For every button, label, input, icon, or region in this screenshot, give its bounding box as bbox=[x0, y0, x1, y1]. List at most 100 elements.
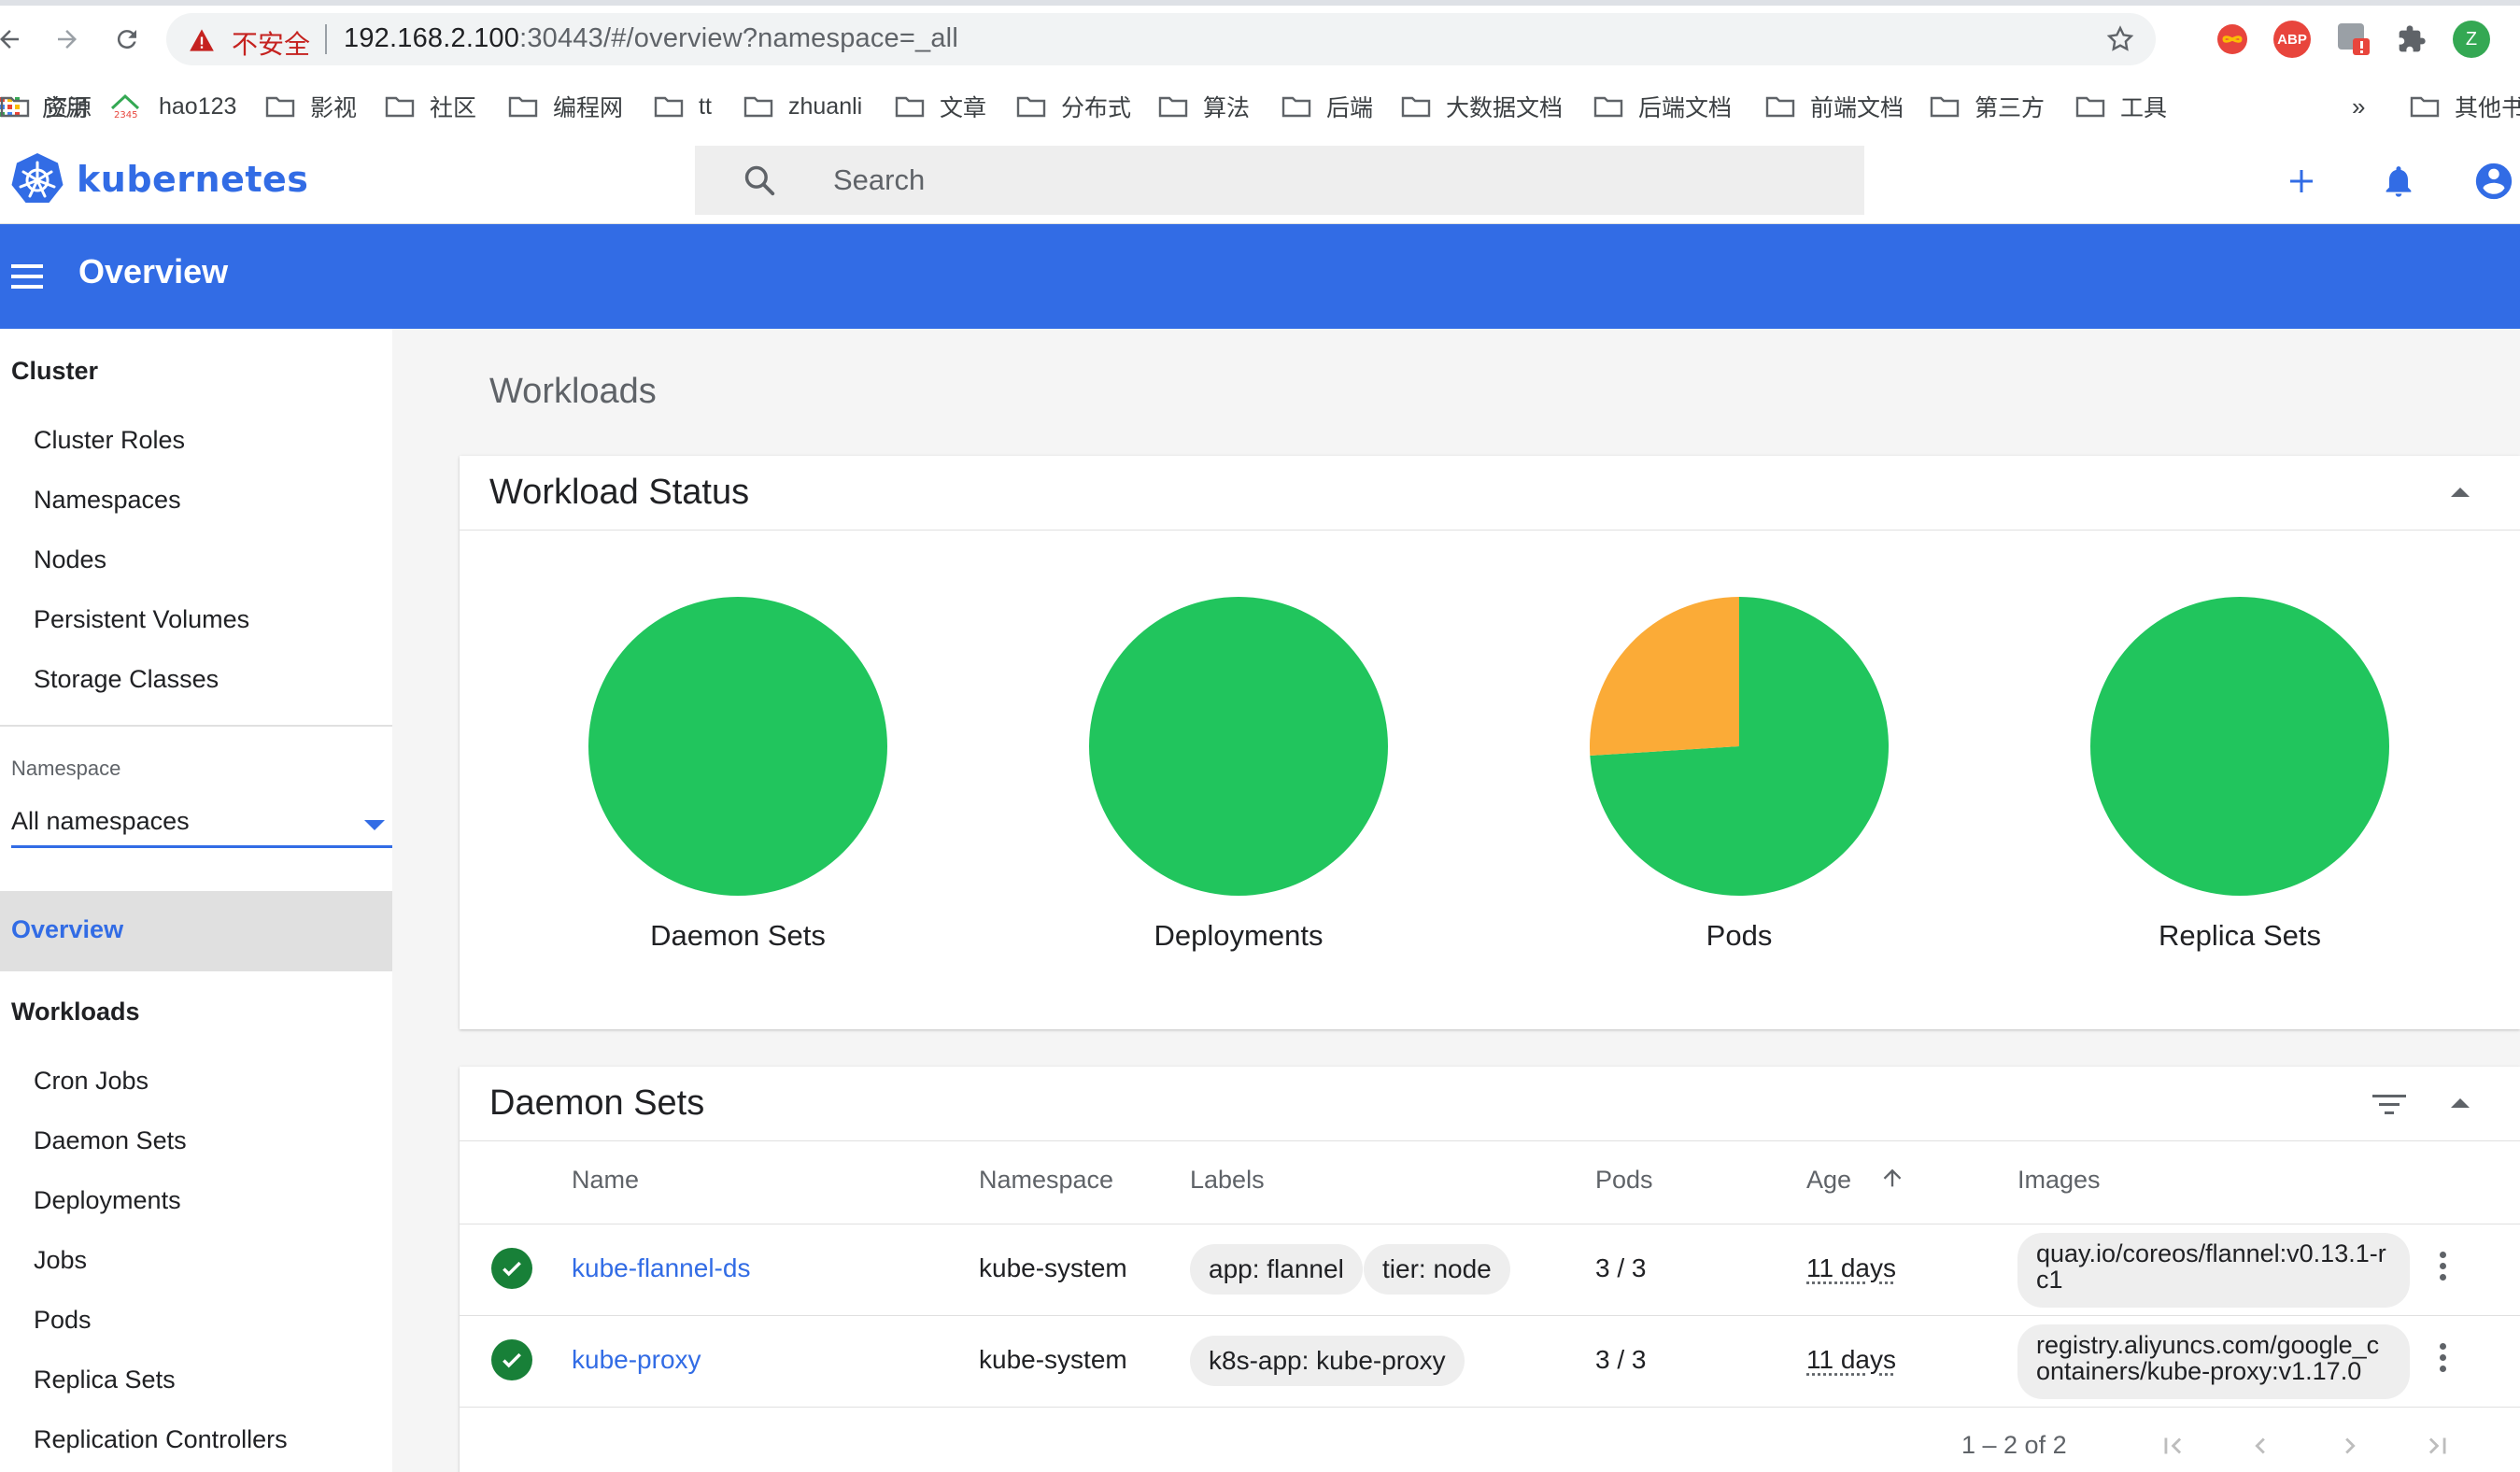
bookmark-folder-16[interactable]: 资源 bbox=[0, 90, 92, 123]
resource-name-link[interactable]: kube-flannel-ds bbox=[572, 1253, 750, 1283]
security-label[interactable]: 不安全 bbox=[232, 24, 310, 62]
pie-label: Pods bbox=[1706, 919, 1773, 952]
sidebar-item-storage-classes[interactable]: Storage Classes bbox=[34, 665, 219, 694]
bookmark-hao123[interactable]: 2345 hao123 bbox=[110, 90, 236, 123]
pie-slice-running bbox=[2090, 597, 2389, 896]
bookmark-folder-2[interactable]: 影视 bbox=[265, 90, 357, 123]
namespace-cell: kube-system bbox=[979, 1253, 1127, 1282]
address-divider bbox=[325, 24, 327, 54]
sidebar-heading-workloads[interactable]: Workloads bbox=[11, 998, 140, 1026]
label-chip: k8s-app: kube-proxy bbox=[1190, 1336, 1465, 1386]
search-input[interactable] bbox=[833, 146, 1842, 215]
back-icon[interactable] bbox=[0, 21, 28, 58]
folder-icon bbox=[508, 95, 538, 118]
bookmark-folder-15[interactable]: 工具 bbox=[2075, 90, 2167, 123]
collapse-icon[interactable] bbox=[2451, 488, 2470, 497]
age-cell[interactable]: 11 days bbox=[1806, 1345, 1896, 1375]
resource-name-link[interactable]: kube-proxy bbox=[572, 1345, 701, 1375]
pie-chart-replica-sets[interactable]: Replica Sets bbox=[1989, 592, 2490, 952]
sidebar-item-deployments[interactable]: Deployments bbox=[34, 1186, 181, 1215]
sidebar-item-cluster-roles[interactable]: Cluster Roles bbox=[34, 426, 185, 455]
bookmark-other[interactable]: 其他书 bbox=[2410, 90, 2520, 123]
folder-icon bbox=[654, 95, 684, 118]
sidebar-item-overview[interactable]: Overview bbox=[0, 891, 392, 971]
namespace-cell: kube-system bbox=[979, 1345, 1127, 1374]
sidebar-item-cron-jobs[interactable]: Cron Jobs bbox=[34, 1067, 149, 1096]
column-header-pods: Pods bbox=[1595, 1166, 1653, 1194]
sidebar-heading-cluster[interactable]: Cluster bbox=[11, 357, 98, 386]
sidebar-item-jobs[interactable]: Jobs bbox=[34, 1246, 87, 1275]
table-row: kube-proxy kube-system k8s-app: kube-pro… bbox=[460, 1315, 2520, 1407]
bookmark-folder-7[interactable]: 文章 bbox=[895, 90, 986, 123]
kubernetes-logo[interactable]: kubernetes bbox=[9, 151, 308, 207]
filter-icon[interactable] bbox=[2371, 1091, 2408, 1124]
column-header-namespace[interactable]: Namespace bbox=[979, 1166, 1113, 1195]
reload-icon[interactable] bbox=[108, 21, 146, 58]
age-cell[interactable]: 11 days bbox=[1806, 1253, 1896, 1283]
column-header-name[interactable]: Name bbox=[572, 1166, 639, 1195]
menu-icon[interactable] bbox=[11, 256, 52, 297]
notifications-button[interactable] bbox=[2372, 155, 2425, 207]
bookmark-folder-4[interactable]: 编程网 bbox=[508, 90, 623, 123]
collapse-icon[interactable] bbox=[2451, 1098, 2470, 1108]
search-icon bbox=[742, 163, 777, 203]
sidebar-item-nodes[interactable]: Nodes bbox=[34, 545, 106, 574]
bookmark-folder-11[interactable]: 大数据文档 bbox=[1401, 90, 1563, 123]
bookmark-folder-10[interactable]: 后端 bbox=[1281, 90, 1373, 123]
bookmarks-overflow-button[interactable]: » bbox=[2352, 90, 2365, 123]
url-text[interactable]: 192.168.2.100:30443/#/overview?namespace… bbox=[344, 23, 958, 54]
daemon-sets-card: Daemon Sets Name Namespace Labels Pods A… bbox=[460, 1067, 2520, 1472]
folder-icon bbox=[1765, 95, 1795, 118]
folder-icon bbox=[1281, 95, 1311, 118]
bookmark-folder-13[interactable]: 前端文档 bbox=[1765, 90, 1904, 123]
pie-chart-deployments[interactable]: Deployments bbox=[988, 592, 1489, 952]
bookmark-folder-12[interactable]: 后端文档 bbox=[1593, 90, 1732, 123]
bookmark-folder-5[interactable]: tt bbox=[654, 90, 712, 123]
image-chip: registry.aliyuncs.com/google_containers/… bbox=[2017, 1324, 2410, 1399]
namespace-value: All namespaces bbox=[11, 807, 190, 835]
pie-chart-pods[interactable]: Pods bbox=[1489, 592, 1989, 952]
browser-toolbar: 不安全 192.168.2.100:30443/#/overview?names… bbox=[0, 0, 2520, 78]
more-actions-icon[interactable] bbox=[2440, 1252, 2447, 1281]
address-bar[interactable]: 不安全 192.168.2.100:30443/#/overview?names… bbox=[166, 13, 2156, 65]
bookmark-folder-6[interactable]: zhuanli bbox=[743, 90, 862, 123]
sidebar-item-daemon-sets[interactable]: Daemon Sets bbox=[34, 1126, 187, 1155]
first-page-icon[interactable] bbox=[2152, 1425, 2193, 1466]
account-button[interactable] bbox=[2468, 155, 2520, 207]
sidebar-item-namespaces[interactable]: Namespaces bbox=[34, 486, 181, 515]
bookmark-folder-14[interactable]: 第三方 bbox=[1930, 90, 2045, 123]
sidebar-item-replica-sets[interactable]: Replica Sets bbox=[34, 1366, 176, 1394]
namespace-select[interactable]: All namespaces bbox=[11, 805, 392, 848]
label-chip: tier: node bbox=[1364, 1244, 1510, 1295]
next-page-icon[interactable] bbox=[2329, 1425, 2371, 1466]
folder-icon bbox=[2075, 95, 2105, 118]
folder-icon bbox=[895, 95, 925, 118]
sidebar-item-pods[interactable]: Pods bbox=[34, 1306, 92, 1335]
bookmark-star-icon[interactable] bbox=[2105, 24, 2135, 59]
extension-warning-icon[interactable] bbox=[2335, 21, 2372, 58]
bookmark-folder-8[interactable]: 分布式 bbox=[1016, 90, 1131, 123]
adblock-extension-icon[interactable]: ABP bbox=[2273, 21, 2311, 58]
folder-icon bbox=[1401, 95, 1431, 118]
previous-page-icon[interactable] bbox=[2240, 1425, 2281, 1466]
last-page-icon[interactable] bbox=[2417, 1425, 2458, 1466]
profile-avatar[interactable]: Z bbox=[2453, 21, 2490, 58]
pie-slice-running bbox=[588, 597, 887, 896]
sort-arrow-up-icon[interactable] bbox=[1879, 1164, 1905, 1196]
bookmark-folder-9[interactable]: 算法 bbox=[1158, 90, 1250, 123]
column-header-age[interactable]: Age bbox=[1806, 1166, 1851, 1195]
section-title: Workloads bbox=[489, 372, 657, 411]
bookmark-folder-3[interactable]: 社区 bbox=[385, 90, 476, 123]
search-bar[interactable] bbox=[695, 146, 1864, 215]
sidebar-item-replication-controllers[interactable]: Replication Controllers bbox=[34, 1425, 288, 1454]
puzzle-icon[interactable] bbox=[2393, 21, 2430, 58]
create-button[interactable] bbox=[2275, 155, 2328, 207]
folder-icon bbox=[385, 95, 415, 118]
pie-chart-daemon-sets[interactable]: Daemon Sets bbox=[488, 592, 988, 952]
pods-cell: 3 / 3 bbox=[1595, 1253, 1647, 1282]
plus-icon bbox=[2290, 170, 2313, 192]
infinity-extension-icon[interactable] bbox=[2214, 21, 2251, 58]
forward-icon[interactable] bbox=[49, 21, 86, 58]
more-actions-icon[interactable] bbox=[2440, 1343, 2447, 1372]
sidebar-item-persistent-volumes[interactable]: Persistent Volumes bbox=[34, 605, 249, 634]
